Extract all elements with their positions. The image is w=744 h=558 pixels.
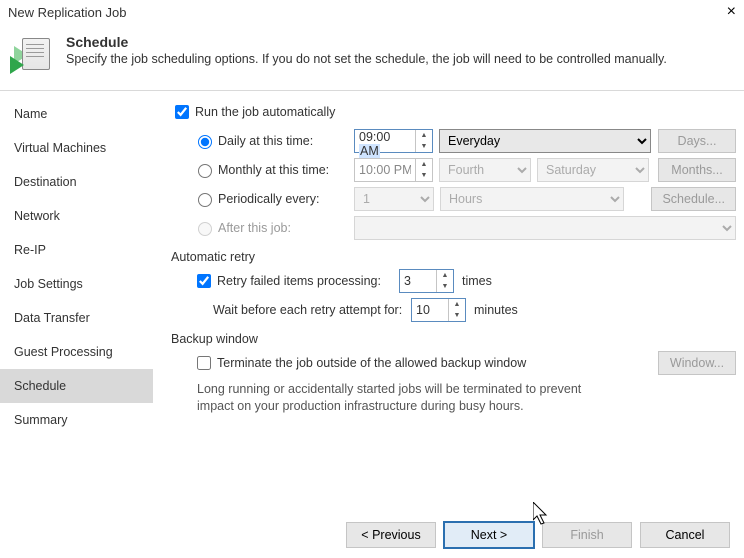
nav-item-data-transfer[interactable]: Data Transfer xyxy=(0,301,153,335)
daily-label: Daily at this time: xyxy=(218,134,354,148)
spin-up-icon[interactable]: ▲ xyxy=(449,299,465,310)
window-note: Long running or accidentally started job… xyxy=(197,381,617,415)
monthly-time-input xyxy=(355,159,415,181)
monthly-time-spinner: ▲▼ xyxy=(354,158,433,182)
retry-wait-unit: minutes xyxy=(474,303,518,317)
cancel-button[interactable]: Cancel xyxy=(640,522,730,548)
periodic-unit-select: Hours xyxy=(440,187,624,211)
spin-up-icon[interactable]: ▲ xyxy=(437,270,453,281)
retry-count-spinner[interactable]: ▲▼ xyxy=(399,269,454,293)
nav-item-job-settings[interactable]: Job Settings xyxy=(0,267,153,301)
retry-wait-input[interactable] xyxy=(412,299,448,321)
retry-count-input[interactable] xyxy=(400,270,436,292)
daily-recurrence-select[interactable]: Everyday xyxy=(439,129,651,153)
daily-time-spinner[interactable]: 09:00 AM ▲▼ xyxy=(354,129,433,153)
window-group-label: Backup window xyxy=(171,332,736,346)
wizard-footer: < Previous Next > Finish Cancel xyxy=(346,522,730,548)
nav-item-virtual-machines[interactable]: Virtual Machines xyxy=(0,131,153,165)
retry-wait-label: Wait before each retry attempt for: xyxy=(193,303,411,317)
spin-up-icon: ▲ xyxy=(416,159,432,170)
spin-down-icon: ▼ xyxy=(416,170,432,181)
window-button: Window... xyxy=(658,351,736,375)
retry-count-unit: times xyxy=(462,274,492,288)
nav-item-destination[interactable]: Destination xyxy=(0,165,153,199)
header-description: Specify the job scheduling options. If y… xyxy=(66,52,667,66)
schedule-icon xyxy=(12,34,54,76)
daily-radio[interactable] xyxy=(198,135,212,149)
terminate-checkbox[interactable] xyxy=(197,356,211,370)
retry-group-label: Automatic retry xyxy=(171,250,736,264)
spin-up-icon[interactable]: ▲ xyxy=(416,130,432,141)
nav-item-guest-processing[interactable]: Guest Processing xyxy=(0,335,153,369)
days-button: Days... xyxy=(658,129,736,153)
schedule-panel: Run the job automatically Daily at this … xyxy=(153,91,744,511)
monthly-radio[interactable] xyxy=(198,164,212,178)
nav-item-re-ip[interactable]: Re-IP xyxy=(0,233,153,267)
periodic-label: Periodically every: xyxy=(218,192,354,206)
retry-checkbox[interactable] xyxy=(197,274,211,288)
monthly-ordinal-select: Fourth xyxy=(439,158,531,182)
spin-down-icon[interactable]: ▼ xyxy=(449,310,465,321)
run-auto-label: Run the job automatically xyxy=(195,105,335,119)
schedule-button: Schedule... xyxy=(651,187,736,211)
nav-item-name[interactable]: Name xyxy=(0,97,153,131)
after-job-label: After this job: xyxy=(218,221,354,235)
wizard-header: Schedule Specify the job scheduling opti… xyxy=(0,24,744,91)
title-bar: New Replication Job × xyxy=(0,0,744,24)
monthly-label: Monthly at this time: xyxy=(218,163,354,177)
periodic-value-select: 1 xyxy=(354,187,434,211)
next-button[interactable]: Next > xyxy=(444,522,534,548)
retry-wait-spinner[interactable]: ▲▼ xyxy=(411,298,466,322)
close-icon[interactable]: × xyxy=(727,3,736,21)
retry-label: Retry failed items processing: xyxy=(217,274,399,288)
after-job-radio xyxy=(198,222,212,236)
finish-button: Finish xyxy=(542,522,632,548)
nav-item-schedule[interactable]: Schedule xyxy=(0,369,153,403)
terminate-label: Terminate the job outside of the allowed… xyxy=(217,356,526,370)
wizard-nav: Name Virtual Machines Destination Networ… xyxy=(0,91,153,511)
after-job-select xyxy=(354,216,736,240)
spin-down-icon[interactable]: ▼ xyxy=(437,281,453,292)
run-auto-checkbox[interactable] xyxy=(175,105,189,119)
nav-item-network[interactable]: Network xyxy=(0,199,153,233)
monthly-day-select: Saturday xyxy=(537,158,649,182)
previous-button[interactable]: < Previous xyxy=(346,522,436,548)
header-heading: Schedule xyxy=(66,34,667,50)
window-title: New Replication Job xyxy=(8,5,127,20)
spin-down-icon[interactable]: ▼ xyxy=(416,141,432,152)
periodic-radio[interactable] xyxy=(198,193,212,207)
nav-item-summary[interactable]: Summary xyxy=(0,403,153,437)
months-button: Months... xyxy=(658,158,736,182)
